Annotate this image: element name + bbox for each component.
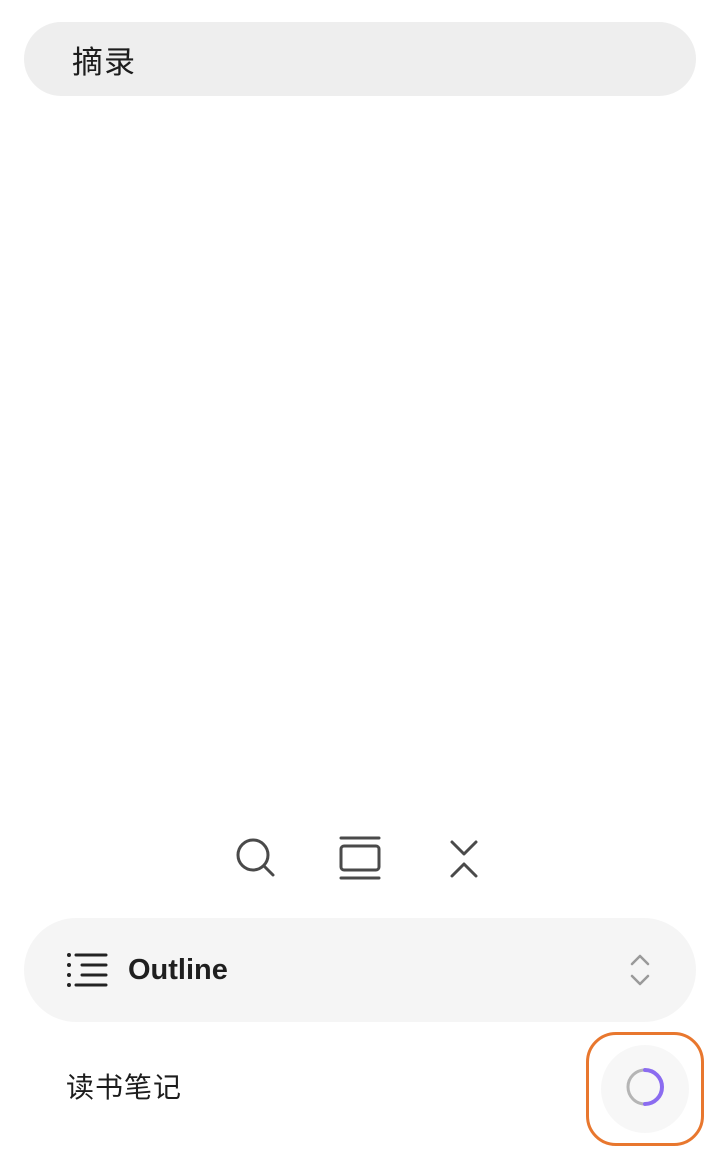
collapse-button[interactable]: [436, 830, 492, 886]
bottom-toolbar: [0, 830, 720, 886]
search-input-value: 摘录: [72, 44, 136, 81]
chevron-updown-icon: [628, 952, 652, 988]
collapse-icon: [446, 836, 482, 880]
loading-spinner-icon: [623, 1065, 667, 1114]
outline-selector[interactable]: Outline: [24, 918, 696, 1022]
note-title: 读书笔记: [66, 1071, 183, 1104]
search-button[interactable]: [228, 830, 284, 886]
outline-label: Outline: [128, 953, 228, 986]
sync-button[interactable]: [601, 1045, 689, 1133]
cards-button[interactable]: [332, 830, 388, 886]
search-icon: [234, 836, 278, 880]
list-icon: [66, 951, 110, 989]
sync-highlight: [586, 1032, 704, 1146]
cards-icon: [338, 834, 382, 882]
search-input[interactable]: 摘录: [24, 22, 696, 96]
app-screen: 摘录 Outline 读书笔记: [0, 0, 720, 1164]
